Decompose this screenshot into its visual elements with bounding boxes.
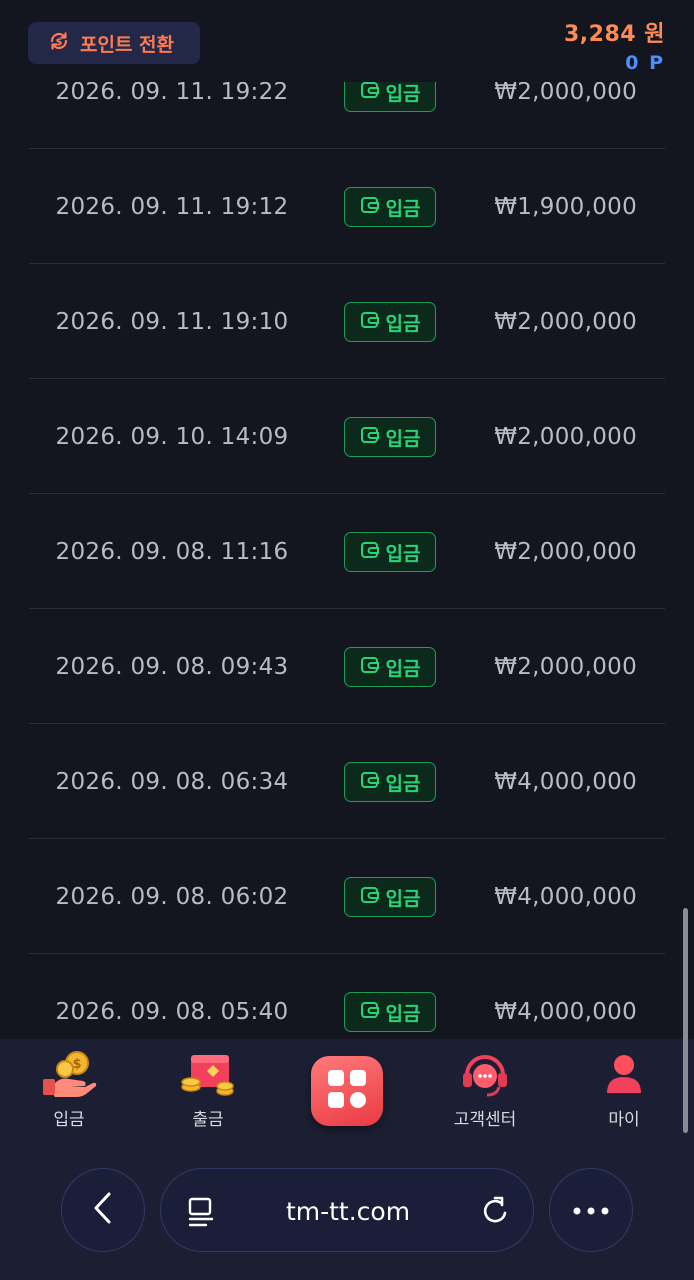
back-button[interactable] — [61, 1168, 145, 1252]
badge-label: 입금 — [385, 887, 421, 910]
currency-exchange-icon: $ — [48, 30, 70, 56]
wallet-icon — [360, 1000, 380, 1024]
transaction-row: 2026. 09. 08. 06:34 입금 ₩4,000,000 — [29, 724, 665, 839]
nav-support-label: 고객센터 — [453, 1110, 517, 1130]
transaction-date: 2026. 09. 10. 14:09 — [55, 423, 289, 450]
wallet-icon — [360, 885, 380, 909]
transaction-list: 2026. 09. 11. 19:22 입금 ₩2,000,000 2026. 09.… — [29, 34, 665, 1069]
user-icon — [569, 1049, 679, 1099]
reload-icon[interactable] — [481, 1195, 511, 1231]
more-button[interactable] — [549, 1168, 633, 1252]
nav-my-label: 마이 — [608, 1110, 640, 1130]
url-text: tm-tt.com — [285, 1196, 411, 1226]
center-menu-button[interactable] — [311, 1056, 383, 1126]
wallet-icon — [360, 655, 380, 679]
badge-label: 입금 — [385, 657, 421, 680]
transaction-amount: ₩1,900,000 — [494, 193, 637, 220]
wallet-icon — [360, 425, 380, 449]
wallet-icon — [360, 80, 380, 104]
transaction-date: 2026. 09. 11. 19:10 — [55, 308, 289, 335]
transaction-amount: ₩2,000,000 — [494, 653, 637, 680]
transaction-row: 2026. 09. 10. 14:09 입금 ₩2,000,000 — [29, 379, 665, 494]
nav-deposit[interactable]: $ 입금 — [14, 1049, 124, 1130]
deposit-badge: 입금 — [344, 762, 436, 802]
deposit-badge: 입금 — [344, 417, 436, 457]
transaction-amount: ₩4,000,000 — [494, 883, 637, 910]
scrollbar[interactable] — [683, 908, 688, 1133]
badge-label: 입금 — [385, 772, 421, 795]
badge-label: 입금 — [385, 197, 421, 220]
transaction-date: 2026. 09. 08. 06:02 — [55, 883, 289, 910]
transaction-row: 2026. 09. 08. 11:16 입금 ₩2,000,000 — [29, 494, 665, 609]
balance-won: 3,284 원 — [564, 22, 665, 47]
transaction-date: 2026. 09. 08. 06:34 — [55, 768, 289, 795]
nav-support[interactable]: 고객센터 — [430, 1049, 540, 1130]
headset-chat-icon — [430, 1049, 540, 1099]
coin-hand-icon: $ — [14, 1049, 124, 1099]
nav-my[interactable]: 마이 — [569, 1049, 679, 1130]
wallet-icon — [360, 540, 380, 564]
gift-coins-icon — [153, 1049, 263, 1099]
balance-points: 0 P — [625, 52, 665, 74]
transaction-amount: ₩4,000,000 — [494, 768, 637, 795]
wallet-icon — [360, 310, 380, 334]
grid-menu-icon — [325, 1067, 369, 1115]
transaction-amount: ₩2,000,000 — [494, 538, 637, 565]
more-dots-icon — [571, 1201, 611, 1220]
header: $ 포인트 전환 3,284 원 0 P — [0, 0, 694, 82]
deposit-badge: 입금 — [344, 532, 436, 572]
browser-toolbar: tm-tt.com — [0, 1160, 694, 1280]
wallet-icon — [360, 195, 380, 219]
nav-deposit-label: 입금 — [53, 1110, 85, 1130]
badge-label: 입금 — [385, 312, 421, 335]
wallet-icon — [360, 770, 380, 794]
transaction-row: 2026. 09. 11. 19:10 입금 ₩2,000,000 — [29, 264, 665, 379]
deposit-badge: 입금 — [344, 992, 436, 1032]
svg-text:$: $ — [56, 37, 63, 48]
point-convert-label: 포인트 전환 — [80, 33, 175, 56]
transaction-row: 2026. 09. 08. 09:43 입금 ₩2,000,000 — [29, 609, 665, 724]
transaction-date: 2026. 09. 11. 19:12 — [55, 193, 289, 220]
transaction-amount: ₩2,000,000 — [494, 308, 637, 335]
transaction-row: 2026. 09. 08. 06:02 입금 ₩4,000,000 — [29, 839, 665, 954]
transaction-date: 2026. 09. 08. 09:43 — [55, 653, 289, 680]
badge-label: 입금 — [385, 427, 421, 450]
deposit-badge: 입금 — [344, 647, 436, 687]
address-bar[interactable]: tm-tt.com — [160, 1168, 534, 1252]
transaction-amount: ₩2,000,000 — [494, 423, 637, 450]
badge-label: 입금 — [385, 82, 421, 105]
transaction-row: 2026. 09. 11. 19:12 입금 ₩1,900,000 — [29, 149, 665, 264]
chevron-left-icon — [89, 1191, 117, 1229]
nav-withdraw[interactable]: 출금 — [153, 1049, 263, 1130]
deposit-badge: 입금 — [344, 187, 436, 227]
badge-label: 입금 — [385, 542, 421, 565]
transaction-date: 2026. 09. 08. 11:16 — [55, 538, 289, 565]
badge-label: 입금 — [385, 1002, 421, 1025]
deposit-badge: 입금 — [344, 877, 436, 917]
nav-withdraw-label: 출금 — [192, 1110, 224, 1130]
deposit-badge: 입금 — [344, 302, 436, 342]
point-convert-button[interactable]: $ 포인트 전환 — [28, 22, 200, 64]
balance: 3,284 원 0 P — [564, 16, 665, 74]
